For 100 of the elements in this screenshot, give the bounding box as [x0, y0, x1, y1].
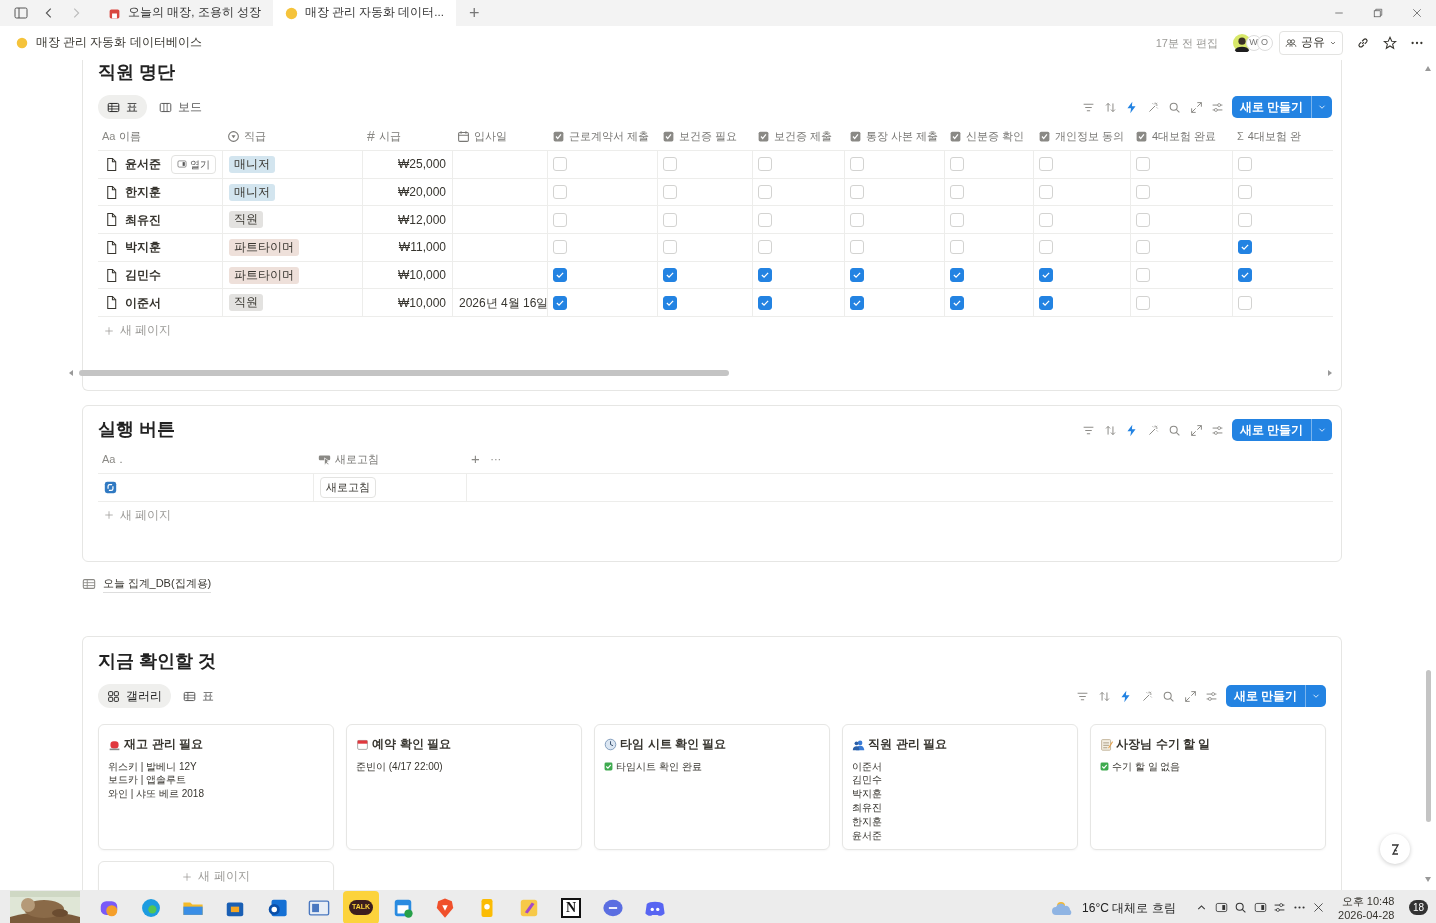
card-line: 와인 | 샤또 베르 2018 [108, 787, 204, 801]
column-header[interactable]: # 시급 [363, 123, 453, 150]
checkbox[interactable] [1238, 240, 1252, 255]
section-title: 지금 확인할 것 [98, 650, 217, 674]
checkbox-icon [552, 130, 565, 143]
refresh-icon [104, 480, 117, 494]
role-tag: 파트타이머 [229, 266, 299, 284]
name-cell[interactable]: 윤서준 열기 [98, 150, 223, 178]
gallery-card[interactable]: 직원 관리 필요 이준서 김민수 박지훈 최유진 한지훈 윤서준 [842, 724, 1078, 851]
help-button[interactable] [1380, 834, 1410, 864]
column-header[interactable]: 4대보험 완료 [1131, 123, 1233, 150]
notification-badge[interactable]: 18 [1408, 900, 1428, 915]
wage-cell: ₩12,000 [363, 205, 453, 234]
view-tab[interactable]: 보드 [150, 95, 212, 119]
browser-tab[interactable]: 오늘의 매장, 조용히 성장 [96, 0, 273, 26]
emoji-icon [284, 6, 298, 20]
view-tab[interactable]: 갤러리 [98, 684, 171, 709]
checkbox[interactable] [663, 268, 677, 283]
gallery-card[interactable]: 예약 확인 필요 준빈이 (4/17 22:00) [346, 724, 582, 851]
column-header[interactable]: 새로고침 [314, 446, 467, 474]
gallery-card[interactable]: 재고 관리 필요 위스키 | 발베니 12Y 보드카 | 앱솔루트 와인 | 샤또 베르 2018 [98, 724, 334, 851]
name-cell[interactable]: 한지훈 [98, 177, 223, 206]
name-cell[interactable]: 이준서 [98, 288, 223, 317]
notion-app-button[interactable]: N [553, 891, 589, 923]
column-header[interactable]: 직급 [223, 123, 363, 150]
checkbox[interactable] [1039, 295, 1053, 310]
column-header[interactable]: 근로계약서 제출 [548, 123, 658, 150]
check-icon [952, 270, 962, 281]
checkbox[interactable] [758, 268, 772, 283]
column-header[interactable]: 보건증 제출 [753, 123, 845, 150]
more-button[interactable]: ··· [490, 451, 502, 468]
checkbox[interactable] [758, 295, 772, 310]
checkbox-icon [757, 130, 770, 143]
share-button[interactable]: 공유 [1279, 31, 1343, 55]
checkbox[interactable] [553, 268, 567, 283]
checkbox-icon [1135, 130, 1148, 143]
column-header[interactable]: 통장 사본 제출 [845, 123, 945, 150]
card-line: 보드카 | 앱솔루트 [108, 773, 187, 788]
card-line: 최유진 [852, 801, 882, 815]
date-text: 2026년 4월 16일 [459, 294, 547, 312]
page-icon [104, 156, 119, 172]
column-header[interactable]: Aa . [98, 446, 314, 474]
card-title: 사장님 수기 할 일 [1116, 736, 1211, 754]
add-column-button[interactable]: + [471, 448, 480, 471]
close-icon [1410, 7, 1423, 19]
open-button[interactable]: 열기 [171, 154, 216, 174]
view-tab[interactable]: 표 [174, 684, 224, 709]
new-tab-button[interactable]: + [468, 0, 480, 26]
weather-text[interactable]: 16°C 대체로 흐림 [1082, 898, 1176, 917]
gallery-card[interactable]: 사장님 수기 할 일 수기 할 일 없음 [1090, 724, 1326, 851]
section-title: 직원 명단 [98, 61, 176, 84]
new-button[interactable]: 새로 만들기 [1225, 685, 1326, 708]
card-line: 타임시트 확인 완료 [616, 759, 702, 774]
checkbox[interactable] [950, 295, 964, 310]
page-icon [104, 267, 119, 283]
name-cell[interactable]: 박지훈 [98, 233, 223, 261]
checkbox[interactable] [1039, 268, 1053, 283]
board-icon [159, 100, 173, 114]
page-icon [104, 239, 119, 255]
check-icon [1240, 242, 1250, 253]
checkbox-icon [949, 130, 962, 143]
new-button[interactable]: 새로 만들기 [1231, 96, 1332, 118]
card-title: 타임 시트 확인 필요 [620, 736, 727, 754]
sidebar-toggle-button[interactable] [13, 5, 29, 21]
checkbox[interactable] [850, 295, 864, 310]
page-title[interactable]: 매장 관리 자동화 데이터베이스 [36, 34, 202, 52]
checkbox[interactable] [1238, 268, 1252, 283]
checkbox-icon [1038, 130, 1051, 143]
check-icon [1041, 270, 1051, 281]
refresh-button[interactable]: 새로고침 [320, 477, 376, 498]
column-header[interactable]: Aa 이름 [98, 123, 223, 150]
calendar-icon [457, 130, 470, 143]
gallery-card[interactable]: 타임 시트 확인 필요 타임시트 확인 완료 [594, 724, 830, 851]
role-tag: 직원 [229, 211, 263, 229]
people-icon [1285, 37, 1297, 49]
database-link[interactable]: 오늘 집계_DB(집계용) [102, 575, 212, 593]
role-tag: 매니저 [229, 155, 275, 173]
dropdown-circle-icon [227, 130, 240, 143]
role-tag: 직원 [229, 294, 263, 312]
plus-icon [104, 510, 114, 521]
checkbox[interactable] [553, 295, 567, 310]
name-cell[interactable]: 김민수 [98, 260, 223, 289]
new-button[interactable]: 새로 만들기 [1231, 419, 1332, 442]
card-line: 김민수 [852, 773, 882, 788]
checkbox[interactable] [850, 268, 864, 283]
column-header[interactable]: 보건증 필요 [658, 123, 753, 150]
column-header[interactable]: 개인정보 동의 [1034, 123, 1131, 150]
card-line: 위스키 | 발베니 12Y [108, 759, 197, 774]
name-cell[interactable]: 최유진 [98, 205, 223, 234]
checkbox[interactable] [663, 295, 677, 310]
column-header[interactable]: 신분증 확인 [945, 123, 1034, 150]
wage-cell: ₩25,000 [363, 150, 453, 178]
checkbox[interactable] [950, 268, 964, 283]
card-line: 수기 할 일 없음 [1112, 759, 1181, 774]
column-header[interactable]: Σ 4대보험 완 [1233, 123, 1333, 150]
column-header[interactable]: 입사일 [453, 123, 548, 150]
clock[interactable]: 오후 10:48 2026-04-28 [1338, 893, 1395, 922]
view-tab[interactable]: 표 [98, 95, 147, 119]
browser-tab[interactable]: 매장 관리 자동화 데이터... [272, 0, 456, 26]
check-icon [1240, 270, 1250, 281]
